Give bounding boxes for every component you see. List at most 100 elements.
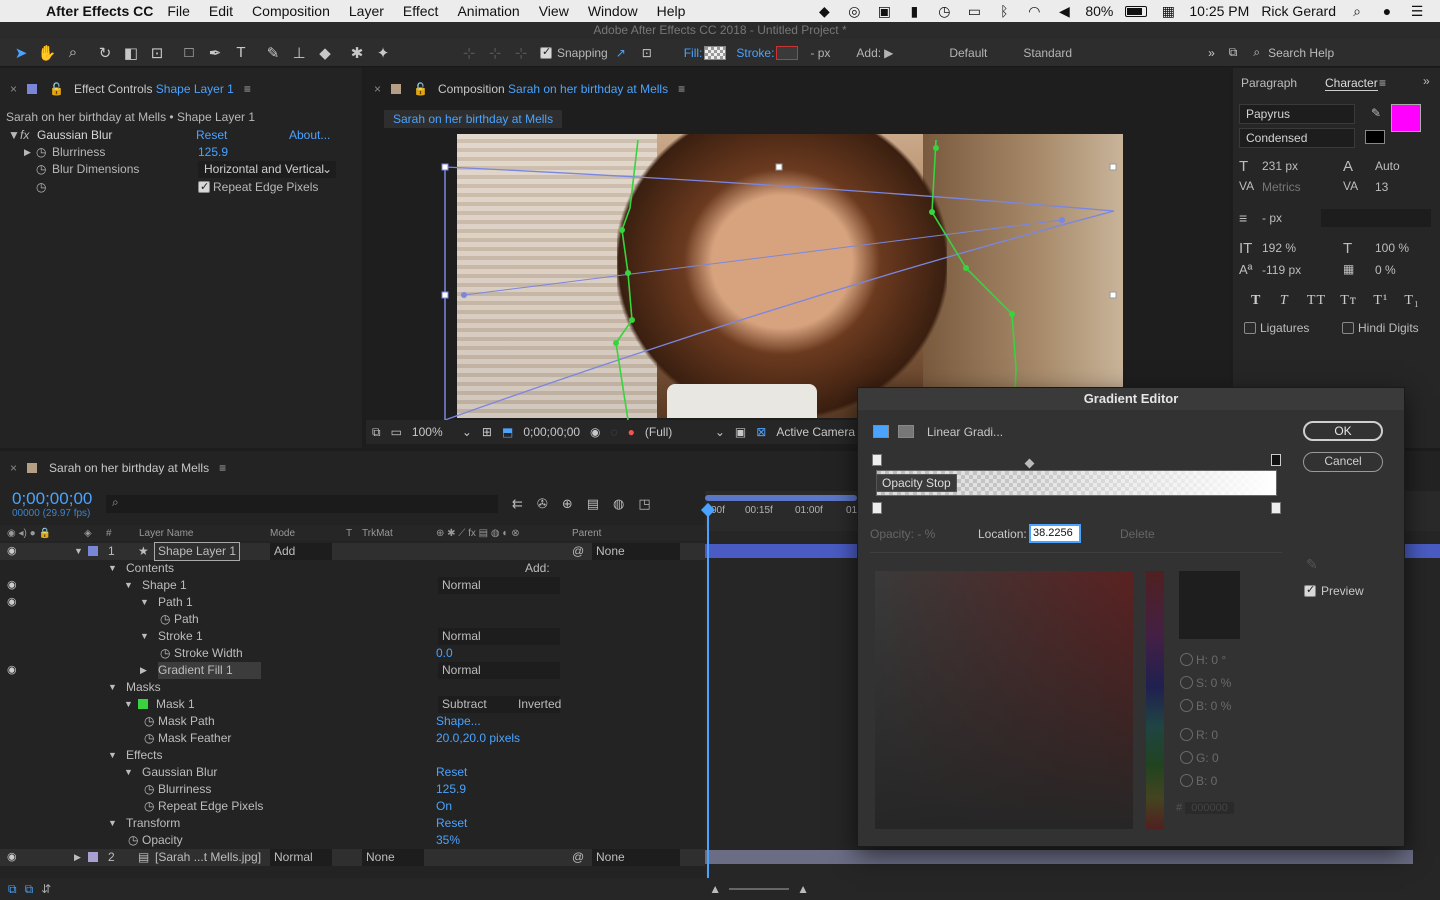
faux-italic-button[interactable]: T (1280, 293, 1289, 308)
blend-mode-dropdown[interactable]: Normal (438, 577, 560, 594)
resolution-dropdown[interactable]: (Full) ⌄ (645, 425, 725, 439)
stroke-style-dropdown[interactable] (1321, 209, 1431, 227)
mask-overlay[interactable] (366, 68, 1230, 420)
rotate-tool-icon[interactable]: ↻ (92, 44, 118, 62)
radial-gradient-button[interactable] (898, 425, 914, 438)
notification-center-icon[interactable]: ☰ (1408, 3, 1426, 20)
location-input[interactable]: 38.2256 (1029, 524, 1081, 543)
tab-paragraph[interactable]: Paragraph (1241, 76, 1297, 90)
battery-percent[interactable]: 80% (1085, 3, 1113, 19)
layer-row[interactable]: ◉ ▶ 2 ▤ [Sarah ...t Mells.jpg] Normal None @ Non… (0, 849, 705, 866)
disclosure-icon[interactable]: ▶ (140, 662, 147, 679)
graph-editor-icon[interactable]: ◳ (638, 496, 650, 512)
work-area-bar[interactable] (705, 495, 857, 501)
subscript-button[interactable]: T₁ (1404, 293, 1419, 308)
zoom-slider[interactable] (729, 888, 790, 890)
menu-view[interactable]: View (539, 3, 569, 19)
property-name[interactable]: Contents (126, 560, 174, 577)
preview-checkbox[interactable] (1304, 583, 1316, 597)
layer-row[interactable]: ◉ ▼ 1 ★ Shape Layer 1 Add @ None (0, 542, 705, 561)
axis-view-icon[interactable]: ⊹ (508, 44, 534, 62)
property-name[interactable]: Repeat Edge Pixels (158, 798, 263, 815)
type-tool-icon[interactable]: T (228, 44, 254, 61)
stroke-label[interactable]: Stroke: (736, 46, 774, 60)
effect-controls-tab[interactable]: × 🔓 Effect Controls Shape Layer 1 ≡ (10, 76, 251, 102)
region-of-interest-icon[interactable]: ▣ (735, 425, 746, 439)
blur-dimensions-dropdown[interactable]: Horizontal and Vertical ⌄ (198, 161, 336, 178)
property-name[interactable]: Effects (126, 747, 162, 764)
stopwatch-icon[interactable]: ◷ (160, 611, 170, 628)
selection-tool-icon[interactable]: ➤ (8, 44, 34, 62)
mode-dropdown[interactable]: Normal (270, 849, 332, 866)
snapping-checkbox[interactable] (540, 45, 552, 59)
motion-blur-icon[interactable]: ◍ (613, 496, 624, 512)
saturation-brightness-field[interactable] (875, 571, 1133, 829)
stopwatch-icon[interactable]: ◷ (36, 161, 46, 178)
calendar-icon[interactable]: ▦ (1159, 3, 1177, 20)
ok-button[interactable]: OK (1303, 421, 1383, 441)
disclosure-icon[interactable]: ▼ (124, 696, 133, 713)
puppet-pin-tool-icon[interactable]: ✦ (370, 44, 396, 62)
disclosure-icon[interactable]: ▼ (124, 764, 133, 781)
linear-gradient-button[interactable] (873, 425, 889, 438)
disclosure-icon[interactable]: ▼ (108, 560, 117, 577)
stopwatch-icon[interactable]: ◷ (128, 832, 138, 849)
delete-button[interactable]: Delete (1120, 527, 1155, 541)
property-name[interactable]: Blurriness (158, 781, 211, 798)
eyedropper-icon[interactable]: ✎ (1371, 106, 1381, 120)
menu-window[interactable]: Window (588, 3, 638, 19)
opacity-stop-left[interactable] (872, 454, 882, 466)
channel-icon[interactable]: ● (628, 425, 635, 439)
battery-monitor-icon[interactable]: ▮ (905, 3, 923, 20)
property-name[interactable]: Transform (126, 815, 180, 832)
ec-tab-layer[interactable]: Shape Layer 1 (156, 82, 234, 96)
ligatures-checkbox[interactable] (1244, 322, 1256, 334)
brightness-field[interactable]: B: 0 % (1180, 699, 1231, 713)
close-icon[interactable]: × (10, 461, 17, 475)
property-row[interactable]: ◷ Mask Path Shape... (0, 713, 705, 730)
hand-tool-icon[interactable]: ✋ (34, 44, 60, 62)
repeat-edge-checkbox[interactable] (198, 179, 210, 196)
panel-overflow-icon[interactable]: » (1423, 74, 1430, 88)
menu-edit[interactable]: Edit (209, 3, 233, 19)
trkmat-dropdown[interactable]: None (362, 849, 424, 866)
disclosure-icon[interactable]: ▼ (140, 594, 149, 611)
blue-field[interactable]: B: 0 (1180, 774, 1217, 788)
stopwatch-icon[interactable]: ◷ (144, 730, 154, 747)
axis-local-icon[interactable]: ⊹ (456, 44, 482, 62)
always-preview-icon[interactable]: ⧉ (372, 425, 381, 440)
creative-cloud-icon[interactable]: ◎ (845, 3, 863, 20)
green-field[interactable]: G: 0 (1180, 751, 1219, 765)
timeline-tab[interactable]: × Sarah on her birthday at Mells ≡ (10, 455, 226, 481)
opacity-stop-right[interactable] (1271, 454, 1281, 466)
kerning-value[interactable]: Metrics (1262, 180, 1301, 194)
visibility-eye-icon[interactable]: ◉ (7, 849, 17, 866)
effect-reset-link[interactable]: Reset (196, 127, 227, 144)
menu-help[interactable]: Help (657, 3, 686, 19)
property-extra[interactable]: Add: (525, 560, 550, 577)
rectangle-tool-icon[interactable]: □ (176, 44, 202, 61)
property-row[interactable]: ▼ Effects (0, 747, 705, 764)
show-snapshot-icon[interactable]: ◌ (611, 425, 618, 439)
battery-icon[interactable] (1125, 5, 1148, 17)
property-name[interactable]: Path 1 (158, 594, 193, 611)
property-row[interactable]: ◷ Mask Feather 20.0,20.0 pixels (0, 730, 705, 747)
airplay-icon[interactable]: ▭ (965, 3, 983, 20)
fill-label[interactable]: Fill: (684, 46, 703, 60)
eyedropper-icon[interactable]: ✎ (1306, 556, 1318, 573)
close-icon[interactable]: × (10, 82, 17, 96)
menu-file[interactable]: File (167, 3, 190, 19)
panel-menu-icon[interactable]: ≡ (244, 82, 251, 96)
property-value[interactable]: On (436, 798, 452, 815)
transfer-controls-icon[interactable]: ⧉ (25, 882, 34, 897)
lock-icon[interactable]: 🔓 (49, 82, 64, 96)
leading-value[interactable]: Auto (1375, 159, 1400, 173)
stopwatch-icon[interactable]: ◷ (160, 645, 170, 662)
property-row[interactable]: ◷ Opacity 35% (0, 832, 705, 849)
layer-name[interactable]: [Sarah ...t Mells.jpg] (155, 849, 261, 866)
menu-animation[interactable]: Animation (457, 3, 519, 19)
clock[interactable]: 10:25 PM (1189, 3, 1249, 19)
layer-label-swatch[interactable] (88, 852, 98, 862)
stroke-width-value[interactable]: - px (1262, 211, 1282, 225)
property-value[interactable]: Shape... (436, 713, 481, 730)
